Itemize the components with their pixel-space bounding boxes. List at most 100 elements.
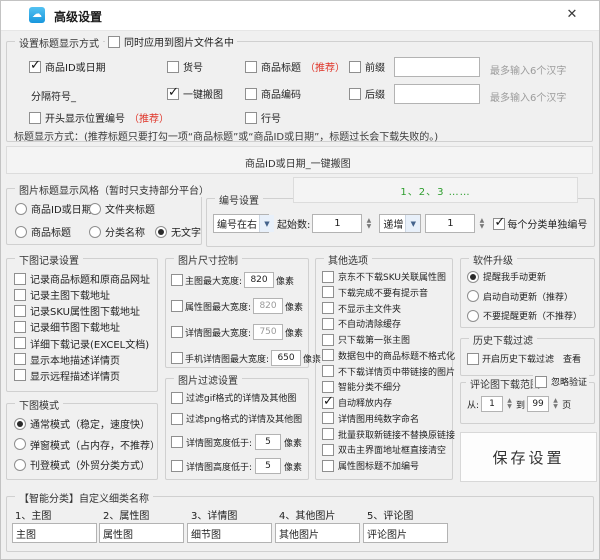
checkbox[interactable] — [171, 274, 183, 286]
record-option-row[interactable]: 记录主图下载地址 — [14, 287, 154, 302]
main-image-width-input[interactable] — [244, 272, 274, 288]
history-filter-row[interactable]: 开启历史下载过滤 查看 — [467, 352, 581, 365]
product-title-checkbox[interactable] — [245, 61, 257, 73]
other-option-row[interactable]: 智能分类不细分 — [322, 380, 450, 393]
checkbox[interactable] — [14, 321, 26, 333]
line-number-row[interactable]: 行号 — [245, 110, 281, 125]
radio-icon[interactable] — [14, 459, 26, 471]
to-page-input[interactable] — [527, 396, 549, 412]
checkbox[interactable] — [467, 353, 479, 365]
apply-to-filename-row[interactable]: 同时应用到图片文件名中 — [105, 34, 237, 49]
checkbox[interactable] — [171, 300, 183, 312]
ignore-verify-row[interactable]: 忽略验证 — [533, 375, 589, 388]
radio-no-text[interactable]: 无文字 — [155, 224, 201, 239]
other-option-row[interactable]: 详情图用纯数字命名 — [322, 412, 450, 425]
radio-product-title[interactable]: 商品标题 — [15, 224, 71, 239]
checkbox[interactable] — [322, 460, 334, 472]
product-title-row[interactable]: 商品标题 （推荐） — [245, 59, 345, 74]
radio-product-id-date[interactable]: 商品ID或日期 — [15, 201, 92, 216]
checkbox[interactable] — [14, 289, 26, 301]
checkbox[interactable] — [322, 302, 334, 314]
category-input-1[interactable] — [12, 523, 97, 543]
upgrade-auto-row[interactable]: 启动自动更新（推荐） — [467, 290, 591, 303]
radio-icon[interactable] — [15, 203, 27, 215]
radio-icon[interactable] — [467, 290, 479, 302]
radio-icon[interactable] — [467, 271, 479, 283]
onekey-row[interactable]: 一键搬图 — [167, 86, 223, 101]
increment-step-input[interactable] — [425, 214, 475, 233]
category-input-4[interactable] — [275, 523, 360, 543]
other-option-row[interactable]: 京东不下载SKU关联属性图 — [322, 270, 450, 283]
radio-icon[interactable] — [467, 310, 479, 322]
product-code-row[interactable]: 商品编码 — [245, 86, 301, 101]
radio-icon[interactable] — [89, 203, 101, 215]
other-option-row[interactable]: 只下载第一张主图 — [322, 333, 450, 346]
spinner-up-down-icon[interactable] — [505, 398, 514, 410]
checkbox[interactable] — [171, 413, 183, 425]
checkbox[interactable] — [14, 369, 26, 381]
other-option-row[interactable]: 下载完成不要有提示音 — [322, 286, 450, 299]
prefix-checkbox[interactable] — [349, 61, 361, 73]
checkbox[interactable] — [322, 334, 334, 346]
increment-mode-select[interactable]: 递增 — [379, 214, 421, 233]
spinner-up-down-icon[interactable] — [551, 398, 560, 410]
filter-height-row[interactable]: 详情图高度低于: 像素 — [171, 458, 302, 474]
prefix-input[interactable] — [394, 57, 480, 77]
radio-folder-title[interactable]: 文件夹标题 — [89, 201, 155, 216]
radio-icon[interactable] — [15, 226, 27, 238]
mobile-detail-width-row[interactable]: 手机详情图最大宽度: 像素 — [171, 350, 321, 366]
mode-normal-row[interactable]: 通常模式（稳定，速度快） — [14, 416, 154, 431]
record-option-row[interactable]: 记录细节图下载地址 — [14, 319, 154, 334]
other-option-row[interactable]: 不自动清除缓存 — [322, 317, 450, 330]
checkbox[interactable] — [322, 444, 334, 456]
product-id-date-checkbox[interactable] — [29, 61, 41, 73]
filter-gif-row[interactable]: 过滤gif格式的详情及其他图 — [171, 391, 296, 404]
close-icon[interactable] — [563, 6, 581, 24]
filter-width-row[interactable]: 详情图宽度低于: 像素 — [171, 434, 302, 450]
attr-image-width-input[interactable] — [253, 298, 283, 314]
upgrade-manual-row[interactable]: 提醒我手动更新 — [467, 270, 591, 283]
from-page-input[interactable] — [481, 396, 503, 412]
radio-icon[interactable] — [89, 226, 101, 238]
checkbox[interactable] — [171, 392, 183, 404]
per-category-checkbox[interactable] — [493, 218, 505, 230]
category-input-2[interactable] — [99, 523, 184, 543]
detail-image-width-row[interactable]: 详情图最大宽度: 像素 — [171, 324, 303, 340]
checkbox[interactable] — [171, 352, 183, 364]
item-no-row[interactable]: 货号 — [167, 59, 203, 74]
radio-icon[interactable] — [155, 226, 167, 238]
chevron-down-icon[interactable] — [405, 215, 420, 232]
mode-popup-row[interactable]: 弹窗模式（占内存，不推荐） — [14, 437, 154, 452]
radio-category-name[interactable]: 分类名称 — [89, 224, 145, 239]
record-option-row[interactable]: 记录商品标题和原商品网址 — [14, 271, 154, 286]
category-input-5[interactable] — [363, 523, 448, 543]
prefix-row[interactable]: 前缀 — [349, 59, 385, 74]
category-input-3[interactable] — [187, 523, 272, 543]
record-option-row[interactable]: 显示本地描述详情页 — [14, 352, 154, 367]
product-id-date-row[interactable]: 商品ID或日期 — [29, 59, 106, 74]
start-number-input[interactable] — [312, 214, 362, 233]
upgrade-none-row[interactable]: 不要提醒更新（不推荐） — [467, 309, 591, 322]
filter-width-input[interactable] — [255, 434, 281, 450]
attr-image-width-row[interactable]: 属性图最大宽度: 像素 — [171, 298, 303, 314]
checkbox[interactable] — [171, 326, 183, 338]
radio-icon[interactable] — [14, 418, 26, 430]
mode-listing-row[interactable]: 刊登模式（外贸分类方式） — [14, 457, 154, 472]
checkbox[interactable] — [171, 460, 183, 472]
onekey-checkbox[interactable] — [167, 88, 179, 100]
save-settings-button[interactable]: 保存设置 — [460, 432, 597, 482]
other-option-row[interactable]: 属性图标题不加编号 — [322, 459, 450, 472]
checkbox[interactable] — [14, 353, 26, 365]
record-option-row[interactable]: 记录SKU属性图下载地址 — [14, 303, 154, 318]
other-option-row[interactable]: 批量获取新链接不替换原链接 — [322, 428, 450, 441]
spinner-up-down-icon[interactable] — [477, 218, 486, 230]
checkbox[interactable] — [171, 436, 183, 448]
checkbox[interactable] — [14, 273, 26, 285]
record-option-row[interactable]: 显示远程描述详情页 — [14, 368, 154, 383]
number-position-select[interactable]: 编号在右 — [213, 214, 269, 233]
position-number-row[interactable]: 开头显示位置编号 （推荐） — [29, 110, 169, 125]
checkbox[interactable] — [322, 428, 334, 440]
line-number-checkbox[interactable] — [245, 112, 257, 124]
other-option-row[interactable]: 不下载详情页中带链接的图片 — [322, 365, 450, 378]
product-code-checkbox[interactable] — [245, 88, 257, 100]
